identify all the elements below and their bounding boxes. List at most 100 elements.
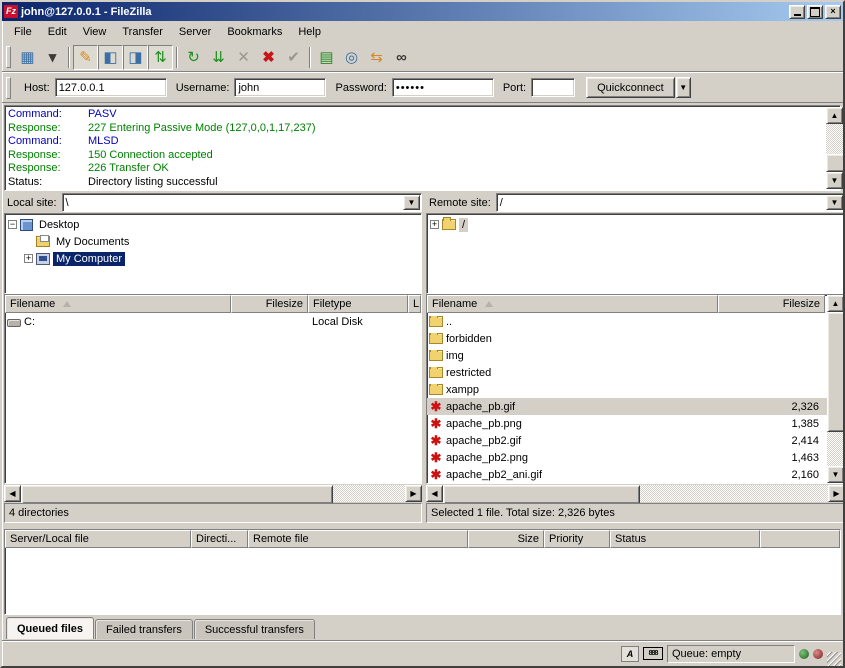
raw-directory-listing-icon[interactable]: A [621,646,639,662]
file-row[interactable]: xampp [427,381,844,398]
scrollbar-thumb[interactable] [826,154,845,172]
file-row[interactable]: restricted [427,364,844,381]
collapse-icon[interactable]: − [8,220,17,229]
scroll-down-button[interactable]: ▼ [827,466,844,483]
scroll-up-button[interactable]: ▲ [827,295,844,312]
column-header[interactable]: Filesize [231,295,308,313]
column-header[interactable]: L [408,295,421,313]
remote-directory-tree[interactable]: + / [426,213,845,294]
scroll-left-button[interactable]: ◀ [426,485,443,502]
tree-item[interactable]: + / [429,216,844,233]
scroll-left-button[interactable]: ◀ [4,485,21,502]
scrollbar-thumb[interactable] [21,485,333,504]
column-header[interactable]: Server/Local file [5,530,191,548]
toolbar-grip[interactable] [6,46,11,68]
queue-tab[interactable]: Queued files [6,617,94,639]
disconnect-button[interactable]: ✖ [256,45,281,70]
file-row[interactable]: .. [427,313,844,330]
tree-item-label[interactable]: My Computer [53,252,125,266]
synchronized-browsing-button[interactable]: ⇆ [364,45,389,70]
quickconnect-dropdown[interactable]: ▼ [676,77,691,98]
remote-file-list[interactable]: Filename Filesize .. [426,294,845,484]
find-files-button[interactable]: ∞ [389,45,414,70]
menu-item[interactable]: File [6,23,40,41]
expand-icon[interactable]: + [24,254,33,263]
column-header[interactable]: Filetype [308,295,408,313]
tree-item[interactable]: − Desktop [7,216,421,233]
menu-item[interactable]: Transfer [114,23,171,41]
site-manager-dropdown[interactable]: ▾ [40,45,65,70]
maximize-button[interactable] [807,5,823,19]
speed-limits-icon[interactable]: 888 [643,647,663,660]
remote-site-dropdown[interactable]: ▼ [826,195,843,210]
column-header[interactable]: Directi... [191,530,248,548]
port-input[interactable] [531,78,575,97]
tree-item-label[interactable]: Desktop [36,218,82,232]
column-header[interactable]: Remote file [248,530,468,548]
quickconnect-grip[interactable] [6,77,11,99]
directory-listing-filters-button[interactable]: ▤ [314,45,339,70]
file-row[interactable]: ✱ apache_pb.gif 2,326 [427,398,844,415]
queue-tab[interactable]: Failed transfers [95,619,193,639]
password-input[interactable] [392,78,494,97]
cancel-operation-button[interactable]: ✕ [231,45,256,70]
column-header[interactable]: Status [610,530,760,548]
menu-item[interactable]: Edit [40,23,75,41]
resize-grip[interactable] [827,652,841,666]
toggle-message-log-button[interactable]: ✎ [73,45,98,70]
scroll-down-button[interactable]: ▼ [826,172,843,189]
file-row[interactable]: forbidden [427,330,844,347]
tree-item[interactable]: My Documents [7,233,421,250]
transfer-queue[interactable]: Server/Local fileDirecti...Remote fileSi… [4,529,841,615]
host-input[interactable] [55,78,167,97]
column-header[interactable]: Filename [427,295,718,313]
close-button[interactable]: × [825,5,841,19]
queue-tab[interactable]: Successful transfers [194,619,315,639]
tree-item-label[interactable]: My Documents [53,235,132,249]
toggle-remote-tree-button[interactable]: ◨ [123,45,148,70]
remote-horizontal-scrollbar[interactable]: ◀ ▶ [426,485,845,502]
column-header[interactable]: Filesize [718,295,825,313]
reconnect-button[interactable]: ✔ [281,45,306,70]
quickconnect-bar: Host: Username: Password: Port: Quickcon… [2,72,843,103]
file-row[interactable]: ✱ apache_pb2.gif 2,414 [427,432,844,449]
open-site-manager-button[interactable]: ▦ [15,45,40,70]
quickconnect-button[interactable]: Quickconnect [586,77,675,98]
minimize-button[interactable] [789,5,805,19]
file-row[interactable]: ✱ apache_pb2.png 1,463 [427,449,844,466]
message-log[interactable]: Command: PASV Response: 227 Entering Pas… [4,105,841,191]
refresh-button[interactable]: ↻ [181,45,206,70]
toggle-transfer-queue-button[interactable]: ⇅ [148,45,173,70]
local-site-dropdown[interactable]: ▼ [403,195,420,210]
toggle-local-tree-button[interactable]: ◧ [98,45,123,70]
local-file-list[interactable]: Filename Filesize Filetype L [4,294,422,484]
menu-item[interactable]: Help [290,23,329,41]
tree-item-label[interactable]: / [459,218,468,232]
username-input[interactable] [234,78,326,97]
menu-item[interactable]: Server [171,23,219,41]
tree-item[interactable]: + My Computer [7,250,421,267]
local-directory-tree[interactable]: − Desktop My Documents [4,213,422,294]
local-horizontal-scrollbar[interactable]: ◀ ▶ [4,485,422,502]
column-header[interactable]: Size [468,530,544,548]
column-header[interactable]: Filename [5,295,231,313]
file-row[interactable]: ✱ apache_pb2_ani.gif 2,160 [427,466,844,483]
local-site-combo[interactable]: \ ▼ [62,193,422,212]
file-row[interactable]: ✱ apache_pb.png 1,385 [427,415,844,432]
process-queue-button[interactable]: ⇊ [206,45,231,70]
menu-item[interactable]: View [75,23,115,41]
directory-comparison-button[interactable]: ◎ [339,45,364,70]
scroll-up-button[interactable]: ▲ [826,107,843,124]
file-row[interactable]: img [427,347,844,364]
file-row[interactable]: C: Local Disk [5,313,421,330]
column-header[interactable]: Priority [544,530,610,548]
scrollbar-thumb[interactable] [827,312,845,432]
menu-item[interactable]: Bookmarks [219,23,290,41]
scroll-right-button[interactable]: ▶ [405,485,422,502]
scrollbar-thumb[interactable] [443,485,640,504]
scroll-right-button[interactable]: ▶ [828,485,845,502]
remote-vertical-scrollbar[interactable]: ▲ ▼ [827,295,844,483]
log-scrollbar[interactable]: ▲ ▼ [826,107,843,189]
expand-icon[interactable]: + [430,220,439,229]
remote-site-combo[interactable]: / ▼ [496,193,845,212]
